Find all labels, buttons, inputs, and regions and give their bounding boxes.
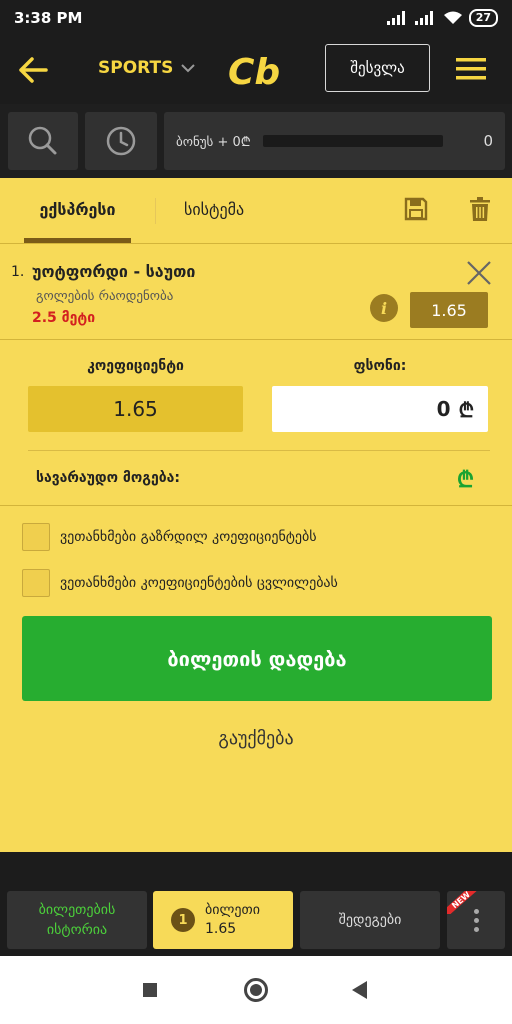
active-tab-indicator	[24, 238, 131, 243]
crystalbet-logo[interactable]: Cb	[226, 50, 288, 92]
signal-icon-2	[414, 11, 433, 25]
accept-increased-odds-checkbox[interactable]	[22, 523, 50, 551]
ticket-count-badge: 1	[171, 908, 195, 932]
more-button[interactable]: NEW	[447, 891, 505, 949]
search-icon	[28, 126, 57, 155]
search-button[interactable]	[8, 112, 78, 170]
tab-separator	[155, 198, 156, 224]
accept-odds-change-row[interactable]: ვეთანხმები კოეფიციენტების ცვლილებას	[22, 569, 338, 597]
divider	[0, 505, 512, 506]
history-label-line2: ისტორია	[46, 922, 108, 938]
clock-icon	[106, 126, 136, 156]
sports-dropdown[interactable]: SPORTS	[98, 58, 196, 78]
save-icon[interactable]	[404, 197, 428, 221]
cancel-button[interactable]: გაუქმება	[0, 728, 512, 749]
accept-odds-change-checkbox[interactable]	[22, 569, 50, 597]
system-nav-bar	[0, 956, 512, 1024]
status-time: 3:38 PM	[14, 9, 83, 27]
stake-label: ფსონი:	[353, 358, 407, 374]
recent-apps-icon[interactable]	[143, 983, 157, 997]
divider	[28, 450, 490, 451]
bet-pick: 2.5 მეტი	[32, 310, 96, 326]
bottom-nav: ბილეთების ისტორია 1 ბილეთი 1.65 შედეგები…	[0, 852, 512, 956]
ticket-label: ბილეთი	[205, 902, 260, 918]
currency-symbol: ₾	[458, 397, 474, 422]
bet-teams: უოტფორდი - საუთი	[32, 262, 196, 281]
coefficient-value: 1.65	[28, 386, 243, 432]
login-button[interactable]: შესვლა	[325, 44, 430, 92]
back-arrow-icon[interactable]	[18, 56, 48, 84]
logo-text: Cb	[228, 52, 280, 92]
new-ribbon-badge: NEW	[447, 891, 477, 914]
status-bar: 3:38 PM 27	[0, 0, 512, 36]
bet-market: გოლების რაოდენობა	[36, 289, 174, 304]
bonus-value: 0	[483, 132, 493, 150]
history-label-line1: ბილეთების	[38, 902, 116, 918]
tab-express[interactable]: ექსპრესი	[24, 200, 131, 219]
battery-indicator: 27	[468, 9, 498, 27]
chevron-down-icon	[181, 64, 196, 73]
signal-icon	[386, 11, 405, 25]
results-button[interactable]: შედეგები	[300, 891, 440, 949]
info-icon[interactable]: i	[370, 294, 398, 322]
stake-value: 0	[436, 397, 451, 421]
potential-win-label: სავარაუდო მოგება:	[36, 470, 180, 486]
bonus-label: ბონუს + 0₾	[176, 135, 251, 150]
close-icon[interactable]	[466, 260, 492, 286]
app-header: SPORTS Cb შესვლა	[0, 36, 512, 104]
betslip-tabs: ექსპრესი სისტემა	[0, 178, 512, 244]
tab-system[interactable]: სისტემა	[184, 200, 244, 219]
toolbar: ბონუს + 0₾ 0	[0, 104, 512, 178]
bonus-progress	[262, 135, 443, 147]
ticket-history-button[interactable]: ბილეთების ისტორია	[7, 891, 147, 949]
accept-increased-odds-label: ვეთანხმები გაზრდილ კოეფიციენტებს	[60, 529, 317, 545]
home-icon[interactable]	[244, 978, 268, 1002]
place-bet-button[interactable]: ბილეთის დადება	[22, 616, 492, 701]
stake-input[interactable]: 0 ₾	[272, 386, 488, 432]
bonus-bar[interactable]: ბონუს + 0₾ 0	[164, 112, 505, 170]
ticket-button[interactable]: 1 ბილეთი 1.65	[153, 891, 293, 949]
hamburger-menu-icon[interactable]	[456, 57, 486, 81]
bet-odd-badge: 1.65	[410, 292, 488, 328]
svg-text:NEW: NEW	[450, 891, 472, 910]
bet-item: 1. უოტფორდი - საუთი გოლების რაოდენობა 2.…	[0, 244, 512, 340]
betslip-panel: ექსპრესი სისტემა 1. უოტფორდი - საუთი გოლ…	[0, 178, 512, 852]
accept-increased-odds-row[interactable]: ვეთანხმები გაზრდილ კოეფიციენტებს	[22, 523, 317, 551]
bet-number: 1.	[11, 264, 25, 280]
history-clock-button[interactable]	[85, 112, 157, 170]
wifi-icon	[443, 11, 462, 24]
ticket-odd: 1.65	[205, 921, 237, 937]
system-back-icon[interactable]	[352, 981, 368, 999]
coefficient-label: კოეფიციენტი	[87, 358, 184, 374]
trash-icon[interactable]	[469, 196, 491, 222]
potential-win-value: ₾	[457, 468, 474, 493]
sports-label: SPORTS	[98, 58, 174, 78]
accept-odds-change-label: ვეთანხმები კოეფიციენტების ცვლილებას	[60, 575, 338, 591]
